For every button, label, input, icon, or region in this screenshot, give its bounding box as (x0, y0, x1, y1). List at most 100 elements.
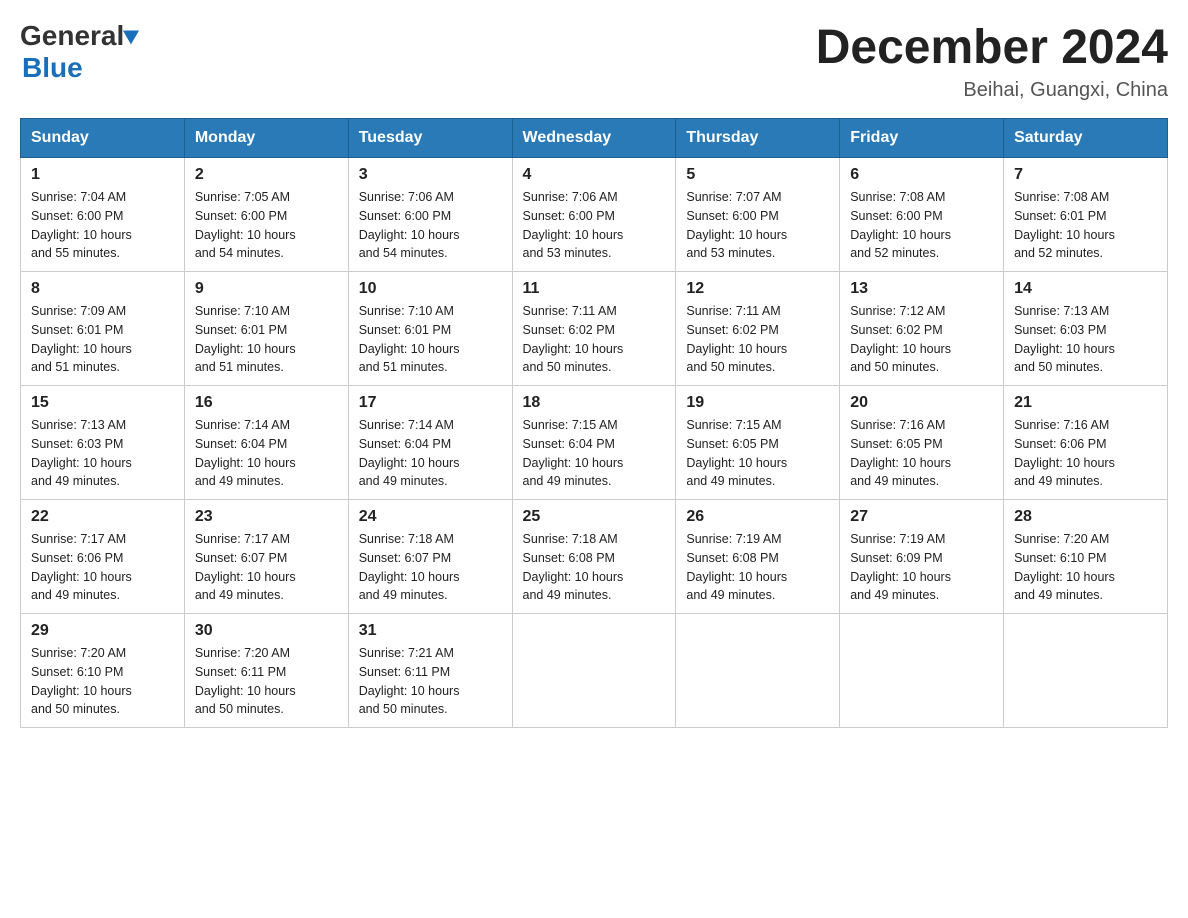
day-info: Sunrise: 7:15 AMSunset: 6:04 PMDaylight:… (523, 416, 666, 491)
day-info: Sunrise: 7:18 AMSunset: 6:08 PMDaylight:… (523, 530, 666, 605)
day-info: Sunrise: 7:20 AMSunset: 6:10 PMDaylight:… (1014, 530, 1157, 605)
day-number: 7 (1014, 166, 1157, 184)
day-info: Sunrise: 7:08 AMSunset: 6:01 PMDaylight:… (1014, 188, 1157, 263)
day-info: Sunrise: 7:12 AMSunset: 6:02 PMDaylight:… (850, 302, 993, 377)
day-info: Sunrise: 7:10 AMSunset: 6:01 PMDaylight:… (359, 302, 502, 377)
day-number: 26 (686, 508, 829, 526)
calendar-cell (840, 614, 1004, 728)
calendar-cell: 5Sunrise: 7:07 AMSunset: 6:00 PMDaylight… (676, 158, 840, 272)
day-info: Sunrise: 7:16 AMSunset: 6:06 PMDaylight:… (1014, 416, 1157, 491)
weekday-header-friday: Friday (840, 119, 1004, 158)
day-number: 28 (1014, 508, 1157, 526)
calendar-cell: 24 Sunrise: 7:18 AMSunset: 6:07 PMDayligh… (348, 500, 512, 614)
day-number: 13 (850, 280, 993, 298)
logo: General Blue (20, 20, 140, 84)
day-info: Sunrise: 7:13 AMSunset: 6:03 PMDaylight:… (31, 416, 174, 491)
day-info: Sunrise: 7:17 AMSunset: 6:07 PMDaylight:… (195, 530, 338, 605)
calendar-cell: 19 Sunrise: 7:15 AMSunset: 6:05 PMDayligh… (676, 386, 840, 500)
day-info: Sunrise: 7:13 AMSunset: 6:03 PMDaylight:… (1014, 302, 1157, 377)
weekday-header-wednesday: Wednesday (512, 119, 676, 158)
day-number: 30 (195, 622, 338, 640)
logo-blue-text: Blue (22, 52, 83, 83)
calendar-cell: 4 Sunrise: 7:06 AMSunset: 6:00 PMDaylight… (512, 158, 676, 272)
day-number: 8 (31, 280, 174, 298)
day-number: 25 (523, 508, 666, 526)
logo-general-text: General (20, 20, 124, 52)
day-info: Sunrise: 7:06 AMSunset: 6:00 PMDaylight:… (523, 188, 666, 263)
calendar-cell: 17Sunrise: 7:14 AMSunset: 6:04 PMDayligh… (348, 386, 512, 500)
calendar-cell: 23Sunrise: 7:17 AMSunset: 6:07 PMDayligh… (184, 500, 348, 614)
title-area: December 2024 Beihai, Guangxi, China (816, 20, 1168, 102)
day-number: 29 (31, 622, 174, 640)
day-number: 6 (850, 166, 993, 184)
week-row-1: 1Sunrise: 7:04 AMSunset: 6:00 PMDaylight… (21, 158, 1168, 272)
day-info: Sunrise: 7:20 AMSunset: 6:10 PMDaylight:… (31, 644, 174, 719)
weekday-header-saturday: Saturday (1004, 119, 1168, 158)
day-info: Sunrise: 7:07 AMSunset: 6:00 PMDaylight:… (686, 188, 829, 263)
location-text: Beihai, Guangxi, China (816, 79, 1168, 102)
day-number: 4 (523, 166, 666, 184)
day-info: Sunrise: 7:05 AMSunset: 6:00 PMDaylight:… (195, 188, 338, 263)
calendar-cell: 29 Sunrise: 7:20 AMSunset: 6:10 PMDayligh… (21, 614, 185, 728)
calendar-cell: 1Sunrise: 7:04 AMSunset: 6:00 PMDaylight… (21, 158, 185, 272)
day-info: Sunrise: 7:15 AMSunset: 6:05 PMDaylight:… (686, 416, 829, 491)
calendar-cell: 18 Sunrise: 7:15 AMSunset: 6:04 PMDayligh… (512, 386, 676, 500)
calendar-cell: 31Sunrise: 7:21 AMSunset: 6:11 PMDayligh… (348, 614, 512, 728)
calendar-cell: 27Sunrise: 7:19 AMSunset: 6:09 PMDayligh… (840, 500, 1004, 614)
month-title: December 2024 (816, 20, 1168, 75)
calendar-cell: 21 Sunrise: 7:16 AMSunset: 6:06 PMDayligh… (1004, 386, 1168, 500)
calendar-cell: 2Sunrise: 7:05 AMSunset: 6:00 PMDaylight… (184, 158, 348, 272)
day-number: 20 (850, 394, 993, 412)
day-number: 3 (359, 166, 502, 184)
week-row-4: 22Sunrise: 7:17 AMSunset: 6:06 PMDayligh… (21, 500, 1168, 614)
day-number: 10 (359, 280, 502, 298)
calendar-cell: 9Sunrise: 7:10 AMSunset: 6:01 PMDaylight… (184, 272, 348, 386)
calendar-cell: 11Sunrise: 7:11 AMSunset: 6:02 PMDayligh… (512, 272, 676, 386)
weekday-header-tuesday: Tuesday (348, 119, 512, 158)
calendar-cell: 16 Sunrise: 7:14 AMSunset: 6:04 PMDayligh… (184, 386, 348, 500)
calendar-table: SundayMondayTuesdayWednesdayThursdayFrid… (20, 118, 1168, 728)
calendar-cell: 22Sunrise: 7:17 AMSunset: 6:06 PMDayligh… (21, 500, 185, 614)
weekday-header-monday: Monday (184, 119, 348, 158)
day-number: 18 (523, 394, 666, 412)
day-number: 1 (31, 166, 174, 184)
day-info: Sunrise: 7:20 AMSunset: 6:11 PMDaylight:… (195, 644, 338, 719)
page-header: General Blue December 2024 Beihai, Guang… (20, 20, 1168, 102)
calendar-cell: 14Sunrise: 7:13 AMSunset: 6:03 PMDayligh… (1004, 272, 1168, 386)
calendar-cell (676, 614, 840, 728)
calendar-cell: 7 Sunrise: 7:08 AMSunset: 6:01 PMDaylight… (1004, 158, 1168, 272)
calendar-cell: 20 Sunrise: 7:16 AMSunset: 6:05 PMDayligh… (840, 386, 1004, 500)
day-number: 17 (359, 394, 502, 412)
calendar-cell: 12 Sunrise: 7:11 AMSunset: 6:02 PMDayligh… (676, 272, 840, 386)
day-number: 11 (523, 280, 666, 298)
weekday-header-sunday: Sunday (21, 119, 185, 158)
weekday-header-row: SundayMondayTuesdayWednesdayThursdayFrid… (21, 119, 1168, 158)
calendar-cell: 25 Sunrise: 7:18 AMSunset: 6:08 PMDayligh… (512, 500, 676, 614)
day-info: Sunrise: 7:16 AMSunset: 6:05 PMDaylight:… (850, 416, 993, 491)
day-number: 24 (359, 508, 502, 526)
calendar-cell: 10 Sunrise: 7:10 AMSunset: 6:01 PMDayligh… (348, 272, 512, 386)
day-number: 19 (686, 394, 829, 412)
calendar-cell: 28 Sunrise: 7:20 AMSunset: 6:10 PMDayligh… (1004, 500, 1168, 614)
day-info: Sunrise: 7:08 AMSunset: 6:00 PMDaylight:… (850, 188, 993, 263)
day-number: 15 (31, 394, 174, 412)
calendar-cell (512, 614, 676, 728)
day-number: 22 (31, 508, 174, 526)
day-number: 31 (359, 622, 502, 640)
day-info: Sunrise: 7:09 AMSunset: 6:01 PMDaylight:… (31, 302, 174, 377)
day-number: 27 (850, 508, 993, 526)
weekday-header-thursday: Thursday (676, 119, 840, 158)
day-number: 21 (1014, 394, 1157, 412)
calendar-cell: 15 Sunrise: 7:13 AMSunset: 6:03 PMDayligh… (21, 386, 185, 500)
day-info: Sunrise: 7:19 AMSunset: 6:08 PMDaylight:… (686, 530, 829, 605)
day-info: Sunrise: 7:11 AMSunset: 6:02 PMDaylight:… (686, 302, 829, 377)
week-row-5: 29 Sunrise: 7:20 AMSunset: 6:10 PMDayligh… (21, 614, 1168, 728)
calendar-cell: 3 Sunrise: 7:06 AMSunset: 6:00 PMDaylight… (348, 158, 512, 272)
logo-triangle-icon (123, 24, 143, 45)
day-info: Sunrise: 7:18 AMSunset: 6:07 PMDaylight:… (359, 530, 502, 605)
day-number: 16 (195, 394, 338, 412)
day-info: Sunrise: 7:06 AMSunset: 6:00 PMDaylight:… (359, 188, 502, 263)
day-info: Sunrise: 7:14 AMSunset: 6:04 PMDaylight:… (195, 416, 338, 491)
week-row-3: 15 Sunrise: 7:13 AMSunset: 6:03 PMDayligh… (21, 386, 1168, 500)
day-number: 12 (686, 280, 829, 298)
